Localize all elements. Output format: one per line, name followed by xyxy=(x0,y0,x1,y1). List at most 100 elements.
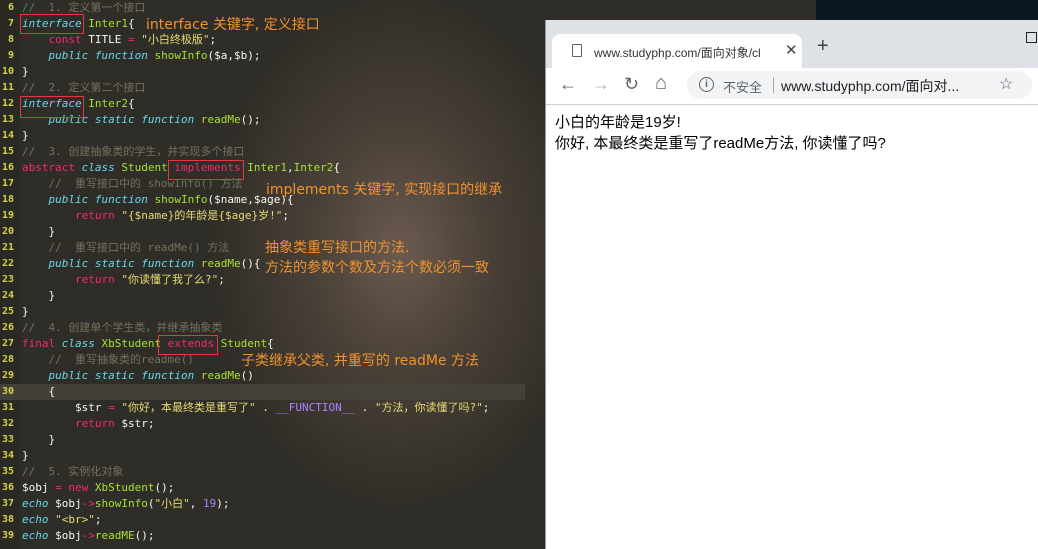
code-token: function xyxy=(141,257,195,270)
code-line[interactable]: 30 { xyxy=(0,384,525,400)
code-line[interactable]: 34} xyxy=(0,448,540,464)
code-line[interactable]: 32 return $str; xyxy=(0,416,540,432)
code-text[interactable]: } xyxy=(22,304,29,320)
code-text[interactable]: } xyxy=(22,64,29,80)
bookmark-star-icon[interactable]: ☆ xyxy=(999,74,1013,94)
url-text[interactable]: www.studyphp.com/面向对... xyxy=(781,76,959,96)
interface2-highlight-box xyxy=(20,96,84,118)
code-line[interactable]: 37 echo $obj->showInfo("小白", 19); xyxy=(0,496,540,512)
code-line[interactable]: 35 // 5. 实例化对象 xyxy=(0,464,540,480)
info-icon[interactable]: i xyxy=(699,77,714,92)
code-line[interactable]: 39 echo $obj->readME(); xyxy=(0,528,540,544)
line-number: 30 xyxy=(1,386,14,397)
code-text[interactable]: { xyxy=(22,384,55,400)
desktop-background-strip xyxy=(816,0,1038,20)
code-line[interactable]: 33 } xyxy=(0,432,540,448)
code-token: function xyxy=(141,113,195,126)
code-text[interactable]: } xyxy=(22,448,29,464)
code-line[interactable]: 9 public function showInfo($a,$b); xyxy=(0,48,540,64)
insecure-label[interactable]: 不安全 xyxy=(723,77,762,96)
code-token: "{$name}的年龄是{$age}岁!" xyxy=(121,209,283,222)
code-token: // 5. 实例化对象 xyxy=(22,465,124,478)
code-text[interactable]: // 5. 实例化对象 xyxy=(22,464,123,480)
code-text[interactable]: // 4. 创建单个学生类，并继承抽象类 xyxy=(22,320,222,336)
code-text[interactable]: // 3. 创建抽象类的学生，并实现多个接口 xyxy=(22,144,244,160)
code-token: { xyxy=(127,97,135,110)
code-text[interactable]: return "{$name}的年龄是{$age}岁!"; xyxy=(22,208,289,224)
code-text[interactable]: // 2. 定义第二个接口 xyxy=(22,80,145,96)
code-text[interactable]: } xyxy=(22,224,55,240)
code-line[interactable]: 26 // 4. 创建单个学生类，并继承抽象类 xyxy=(0,320,540,336)
code-text[interactable]: public static function readMe() xyxy=(22,368,254,384)
code-token: return xyxy=(74,209,115,222)
reload-icon[interactable]: ↻ xyxy=(624,74,639,95)
home-icon[interactable]: ⌂ xyxy=(655,72,667,95)
code-text[interactable]: return $str; xyxy=(22,416,155,432)
code-line[interactable]: 15 // 3. 创建抽象类的学生，并实现多个接口 xyxy=(0,144,540,160)
close-tab-icon[interactable]: ✕ xyxy=(785,41,798,59)
browser-window[interactable]: www.studyphp.com/面向对象/cl ✕ + ← → ↻ ⌂ i 不… xyxy=(545,20,1038,549)
code-token: "你读懂了我了么?" xyxy=(121,273,219,286)
address-separator xyxy=(773,77,774,93)
browser-tab[interactable]: www.studyphp.com/面向对象/cl ✕ xyxy=(552,34,802,68)
code-text[interactable]: } xyxy=(22,128,29,144)
code-line[interactable]: 10} xyxy=(0,64,540,80)
code-line[interactable]: 11 // 2. 定义第二个接口 xyxy=(0,80,540,96)
line-number: 10 xyxy=(1,66,14,77)
code-line[interactable]: 14} xyxy=(0,128,540,144)
code-text[interactable]: echo $obj->readME(); xyxy=(22,528,155,544)
code-text[interactable]: public function showInfo($name,$age){ xyxy=(22,192,294,208)
code-token: ; xyxy=(282,209,289,222)
code-text[interactable]: } xyxy=(22,432,55,448)
code-line[interactable]: 31 $str = "你好，本最终类是重写了" . __FUNCTION__ .… xyxy=(0,400,540,416)
code-text[interactable]: const TITLE = "小白终极版"; xyxy=(22,32,217,48)
address-bar[interactable]: i 不安全 www.studyphp.com/面向对... ☆ xyxy=(687,71,1032,99)
code-token: "小白终极版" xyxy=(141,33,210,46)
abstract-annotation-line2: 方法的参数个数及方法个数必须一致 xyxy=(265,260,489,276)
code-text[interactable]: echo $obj->showInfo("小白", 19); xyxy=(22,496,229,512)
code-text[interactable]: // 重写接口中的 readMe() 方法 xyxy=(22,240,230,256)
code-token: } xyxy=(22,305,29,318)
code-line[interactable]: 29 public static function readMe() xyxy=(0,368,540,384)
maximize-button[interactable] xyxy=(1026,32,1037,43)
code-text[interactable]: public function showInfo($a,$b); xyxy=(22,48,261,64)
code-line[interactable]: 8 const TITLE = "小白终极版"; xyxy=(0,32,540,48)
code-line[interactable]: 24 } xyxy=(0,288,540,304)
code-token: showInfo xyxy=(94,497,148,510)
line-number: 16 xyxy=(1,162,14,173)
line-number: 32 xyxy=(1,418,14,429)
code-line[interactable]: 19 return "{$name}的年龄是{$age}岁!"; xyxy=(0,208,540,224)
code-line[interactable]: 16 abstract class Student implements Inte… xyxy=(0,160,540,176)
code-text[interactable]: } xyxy=(22,288,55,304)
code-line[interactable]: 38 echo "<br>"; xyxy=(0,512,540,528)
line-number: 25 xyxy=(1,306,14,317)
code-token: (); xyxy=(154,481,175,494)
code-text[interactable]: public static function readMe(){ xyxy=(22,256,261,272)
code-text[interactable]: echo "<br>"; xyxy=(22,512,102,528)
line-number: 6 xyxy=(7,2,14,13)
code-line[interactable]: 25} xyxy=(0,304,540,320)
line-number: 36 xyxy=(1,482,14,493)
code-text[interactable]: return "你读懂了我了么?"; xyxy=(22,272,225,288)
back-arrow-icon[interactable]: ← xyxy=(559,74,577,95)
code-text[interactable]: final class XbStudent extends Student{ xyxy=(22,336,274,352)
forward-arrow-icon[interactable]: → xyxy=(592,74,610,95)
code-token: Inter1 xyxy=(247,161,287,174)
code-token: ); xyxy=(216,497,230,510)
code-line[interactable]: 36 $obj = new XbStudent(); xyxy=(0,480,540,496)
code-text[interactable]: $str = "你好，本最终类是重写了" . __FUNCTION__ . "方… xyxy=(22,400,489,416)
code-token: function xyxy=(141,369,195,382)
code-token: function xyxy=(94,49,148,62)
code-text[interactable]: $obj = new XbStudent(); xyxy=(22,480,174,496)
line-number: 29 xyxy=(1,370,14,381)
new-tab-button[interactable]: + xyxy=(817,35,829,58)
